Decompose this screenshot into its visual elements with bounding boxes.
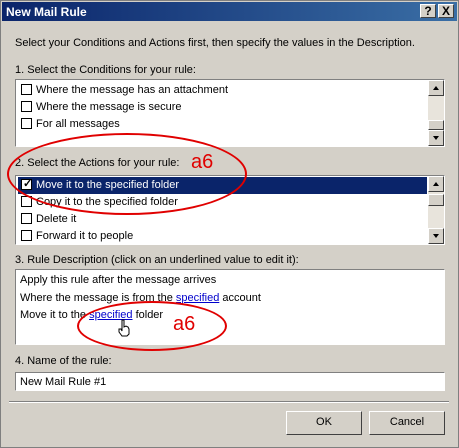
annotation-oval — [77, 301, 227, 351]
description-line: Apply this rule after the message arrive… — [20, 274, 217, 286]
condition-item[interactable]: Where the message has an attachment — [18, 82, 427, 99]
scroll-down-button[interactable] — [428, 130, 444, 146]
intro-text: Select your Conditions and Actions first… — [15, 37, 415, 49]
checkbox[interactable] — [21, 230, 32, 241]
action-item[interactable]: Forward it to people — [18, 228, 427, 244]
annotation-label: a6 — [173, 313, 196, 335]
annotation-oval — [7, 133, 247, 215]
annotation-label: a6 — [191, 151, 214, 173]
scroll-up-button[interactable] — [428, 80, 444, 96]
actions-scrollbar[interactable] — [428, 176, 444, 244]
cancel-button[interactable]: Cancel — [369, 411, 445, 435]
ok-button[interactable]: OK — [286, 411, 362, 435]
close-button[interactable]: X — [438, 4, 454, 18]
hand-cursor-icon — [118, 319, 130, 337]
scroll-up-button[interactable] — [428, 176, 444, 192]
conditions-label: 1. Select the Conditions for your rule: — [15, 64, 196, 76]
checkbox[interactable] — [21, 101, 32, 112]
help-button[interactable]: ? — [420, 4, 436, 18]
conditions-scrollbar[interactable] — [428, 80, 444, 146]
checkbox[interactable] — [21, 118, 32, 129]
title-bar: New Mail Rule ? X — [2, 2, 457, 21]
scroll-thumb[interactable] — [428, 194, 444, 206]
scroll-thumb[interactable] — [428, 120, 444, 130]
dialog-title: New Mail Rule — [6, 5, 87, 19]
rule-description-box[interactable]: Apply this rule after the message arrive… — [15, 269, 445, 345]
checkbox[interactable] — [21, 213, 32, 224]
condition-item[interactable]: Where the message is secure — [18, 99, 427, 116]
name-label: 4. Name of the rule: — [15, 355, 112, 367]
condition-item[interactable]: For all messages — [18, 116, 427, 133]
new-mail-rule-dialog: New Mail Rule ? X Select your Conditions… — [0, 0, 459, 448]
separator — [9, 401, 449, 403]
action-item[interactable]: Delete it — [18, 211, 427, 228]
rule-name-input[interactable]: New Mail Rule #1 — [15, 372, 445, 391]
checkbox[interactable] — [21, 84, 32, 95]
scroll-down-button[interactable] — [428, 228, 444, 244]
description-label: 3. Rule Description (click on an underli… — [15, 254, 299, 266]
